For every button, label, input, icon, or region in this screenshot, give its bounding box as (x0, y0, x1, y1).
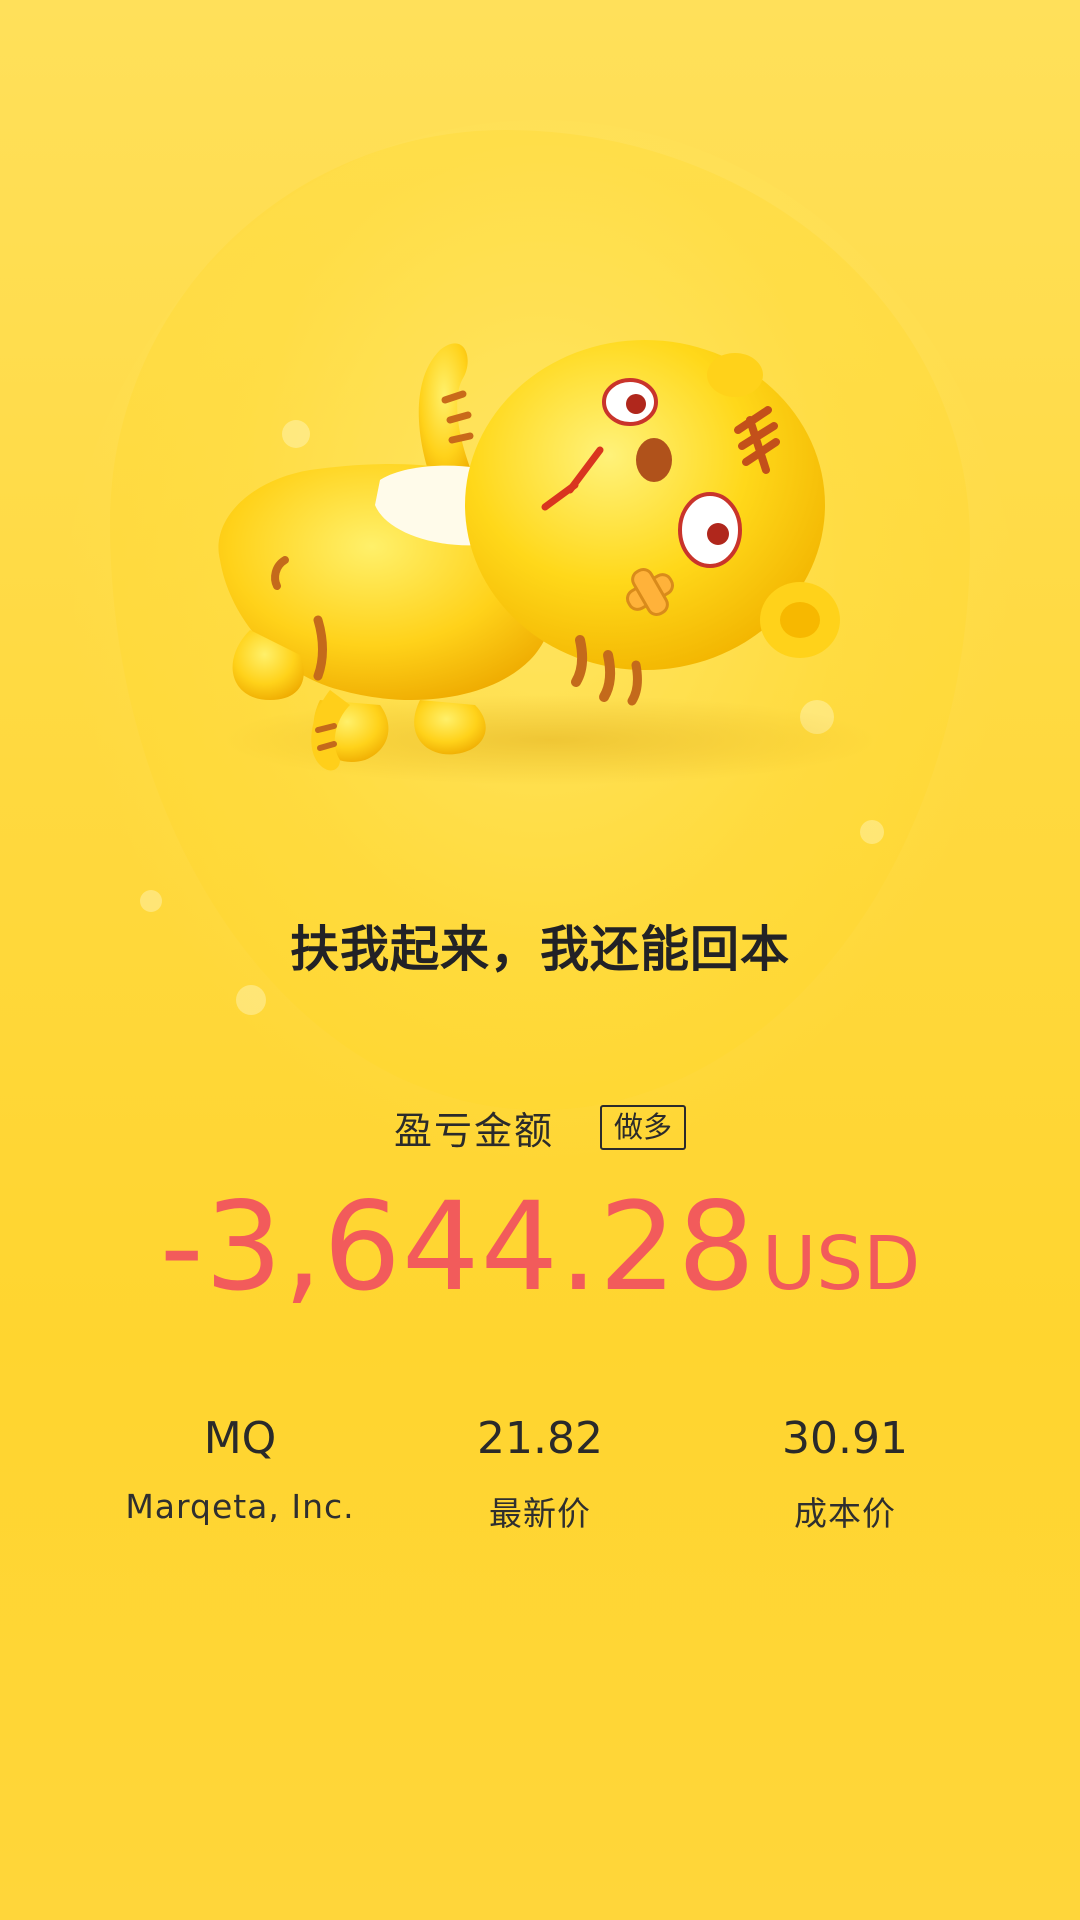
last-price-label: 最新价 (489, 1494, 591, 1534)
pnl-amount: -3,644.28 USD (0, 1180, 1080, 1314)
pnl-header: 盈亏金额 做多 (0, 1100, 1080, 1155)
bokeh-dot (236, 985, 266, 1015)
stat-cost-price: 30.91 成本价 (695, 1413, 995, 1535)
stat-last-price: 21.82 最新价 (390, 1413, 690, 1535)
bokeh-dot (860, 820, 884, 844)
cost-price-value: 30.91 (782, 1413, 908, 1464)
sad-tiger-mascot-icon (218, 340, 880, 785)
cost-price-label: 成本价 (794, 1494, 896, 1534)
company-name: Marqeta, Inc. (125, 1487, 355, 1527)
pnl-label: 盈亏金额 (393, 1109, 554, 1153)
ticker-symbol: MQ (203, 1413, 277, 1464)
stat-symbol: MQ Marqeta, Inc. (90, 1413, 390, 1527)
last-price-value: 21.82 (477, 1413, 603, 1464)
share-poster: 扶我起来，我还能回本 盈亏金额 做多 -3,644.28 USD MQ Marq… (0, 0, 1080, 1920)
pnl-amount-value: -3,644.28 (159, 1176, 757, 1318)
slogan-text: 扶我起来，我还能回本 (289, 921, 790, 978)
bokeh-dot (140, 890, 162, 912)
position-direction-badge: 做多 (600, 1105, 687, 1150)
pnl-currency: USD (762, 1221, 921, 1307)
